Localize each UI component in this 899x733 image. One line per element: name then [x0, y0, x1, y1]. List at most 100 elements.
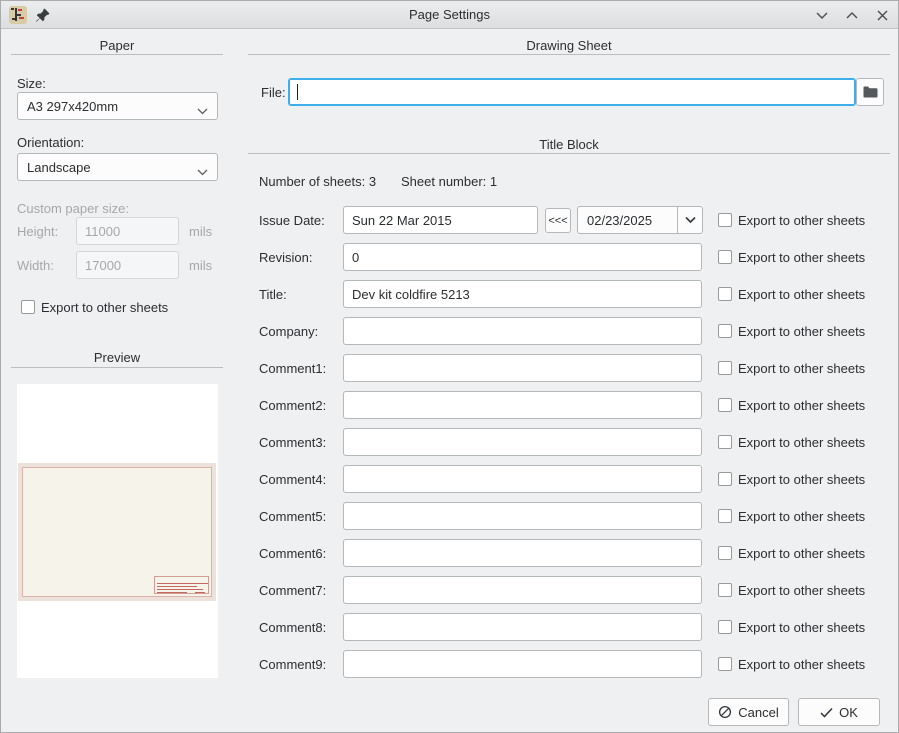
chevron-down-icon [685, 216, 696, 224]
comment4-export-checkbox[interactable] [718, 472, 732, 486]
drawing-sheet-divider [248, 54, 890, 55]
comment7-input[interactable] [343, 576, 702, 604]
cancel-button[interactable]: Cancel [708, 698, 789, 726]
ok-button[interactable]: OK [798, 698, 880, 726]
revision-input[interactable] [343, 243, 702, 271]
custom-paper-size-label: Custom paper size: [17, 201, 129, 216]
width-unit: mils [189, 258, 212, 273]
comment5-input[interactable] [343, 502, 702, 530]
date-picker-dropdown[interactable] [677, 207, 702, 233]
preview-header: Preview [11, 350, 223, 365]
comment7-export-checkbox[interactable] [718, 583, 732, 597]
title-input[interactable] [343, 280, 702, 308]
sheet-settings-panel: Drawing Sheet File: Title Block Number o… [248, 29, 890, 733]
comment2-export-checkbox[interactable] [718, 398, 732, 412]
export-label: Export to other sheets [738, 472, 865, 487]
height-label: Height: [17, 224, 58, 239]
export-label: Export to other sheets [738, 546, 865, 561]
width-input[interactable] [76, 251, 179, 279]
comment3-input[interactable] [343, 428, 702, 456]
height-input[interactable] [76, 217, 179, 245]
ok-label: OK [839, 705, 858, 720]
comment1-export-checkbox[interactable] [718, 361, 732, 375]
comment9-input[interactable] [343, 650, 702, 678]
field-label: Comment8: [259, 620, 326, 635]
chevron-down-icon [197, 164, 208, 179]
page-settings-dialog: Page Settings Paper Size: A3 297x420mm O… [0, 0, 899, 733]
number-of-sheets: Number of sheets: 3 [259, 174, 376, 189]
orientation-value: Landscape [27, 160, 91, 175]
drawing-sheet-header: Drawing Sheet [248, 38, 890, 53]
title-block-header: Title Block [248, 137, 890, 152]
export-label: Export to other sheets [738, 324, 865, 339]
copy-date-button[interactable]: <<< [545, 208, 571, 233]
cancel-icon [718, 705, 732, 719]
field-label: Comment5: [259, 509, 326, 524]
revision-export-checkbox[interactable] [718, 250, 732, 264]
issue-date-input[interactable] [343, 206, 538, 234]
issue-date-export-label: Export to other sheets [738, 213, 865, 228]
comment8-input[interactable] [343, 613, 702, 641]
comment6-input[interactable] [343, 539, 702, 567]
field-label: Comment2: [259, 398, 326, 413]
field-label: Comment6: [259, 546, 326, 561]
export-label: Export to other sheets [738, 361, 865, 376]
preview-title-block [154, 576, 209, 594]
close-icon[interactable] [874, 7, 890, 23]
field-label: Company: [259, 324, 318, 339]
date-picker[interactable]: 02/23/2025 [577, 206, 703, 234]
preview-header-divider [11, 367, 223, 368]
size-select[interactable]: A3 297x420mm [17, 92, 218, 120]
window-title: Page Settings [1, 7, 898, 22]
chevron-down-icon [197, 103, 208, 118]
comment8-export-checkbox[interactable] [718, 620, 732, 634]
preview-sheet-frame [22, 467, 212, 597]
comment3-export-checkbox[interactable] [718, 435, 732, 449]
comment9-export-checkbox[interactable] [718, 657, 732, 671]
field-label: Comment7: [259, 583, 326, 598]
height-unit: mils [189, 224, 212, 239]
paper-header-divider [11, 54, 223, 55]
folder-icon [863, 86, 878, 98]
date-picker-value: 02/23/2025 [587, 213, 652, 228]
comment2-input[interactable] [343, 391, 702, 419]
size-value: A3 297x420mm [27, 99, 118, 114]
file-input[interactable] [288, 78, 856, 106]
comment5-export-checkbox[interactable] [718, 509, 732, 523]
cancel-label: Cancel [738, 705, 778, 720]
comment6-export-checkbox[interactable] [718, 546, 732, 560]
export-label: Export to other sheets [738, 250, 865, 265]
size-label: Size: [17, 76, 46, 91]
copy-date-label: <<< [548, 215, 567, 227]
issue-date-export-checkbox[interactable] [718, 213, 732, 227]
export-label: Export to other sheets [738, 398, 865, 413]
maximize-icon[interactable] [844, 7, 860, 23]
browse-file-button[interactable] [856, 78, 884, 106]
width-label: Width: [17, 258, 54, 273]
field-label: Revision: [259, 250, 312, 265]
file-label: File: [261, 85, 286, 100]
comment4-input[interactable] [343, 465, 702, 493]
company-input[interactable] [343, 317, 702, 345]
paper-panel: Paper Size: A3 297x420mm Orientation: La… [11, 29, 223, 733]
paper-header: Paper [11, 38, 223, 53]
titlebar[interactable]: Page Settings [1, 1, 898, 29]
export-label: Export to other sheets [738, 583, 865, 598]
field-label: Comment3: [259, 435, 326, 450]
minimize-icon[interactable] [814, 7, 830, 23]
orientation-select[interactable]: Landscape [17, 153, 218, 181]
company-export-checkbox[interactable] [718, 324, 732, 338]
title-export-checkbox[interactable] [718, 287, 732, 301]
comment1-input[interactable] [343, 354, 702, 382]
paper-export-label: Export to other sheets [41, 300, 168, 315]
paper-export-checkbox[interactable] [21, 300, 35, 314]
field-label: Comment9: [259, 657, 326, 672]
export-label: Export to other sheets [738, 620, 865, 635]
export-label: Export to other sheets [738, 509, 865, 524]
field-label: Title: [259, 287, 287, 302]
field-label: Comment4: [259, 472, 326, 487]
title-block-divider [248, 153, 890, 154]
field-label: Comment1: [259, 361, 326, 376]
text-caret [297, 84, 298, 100]
export-label: Export to other sheets [738, 287, 865, 302]
